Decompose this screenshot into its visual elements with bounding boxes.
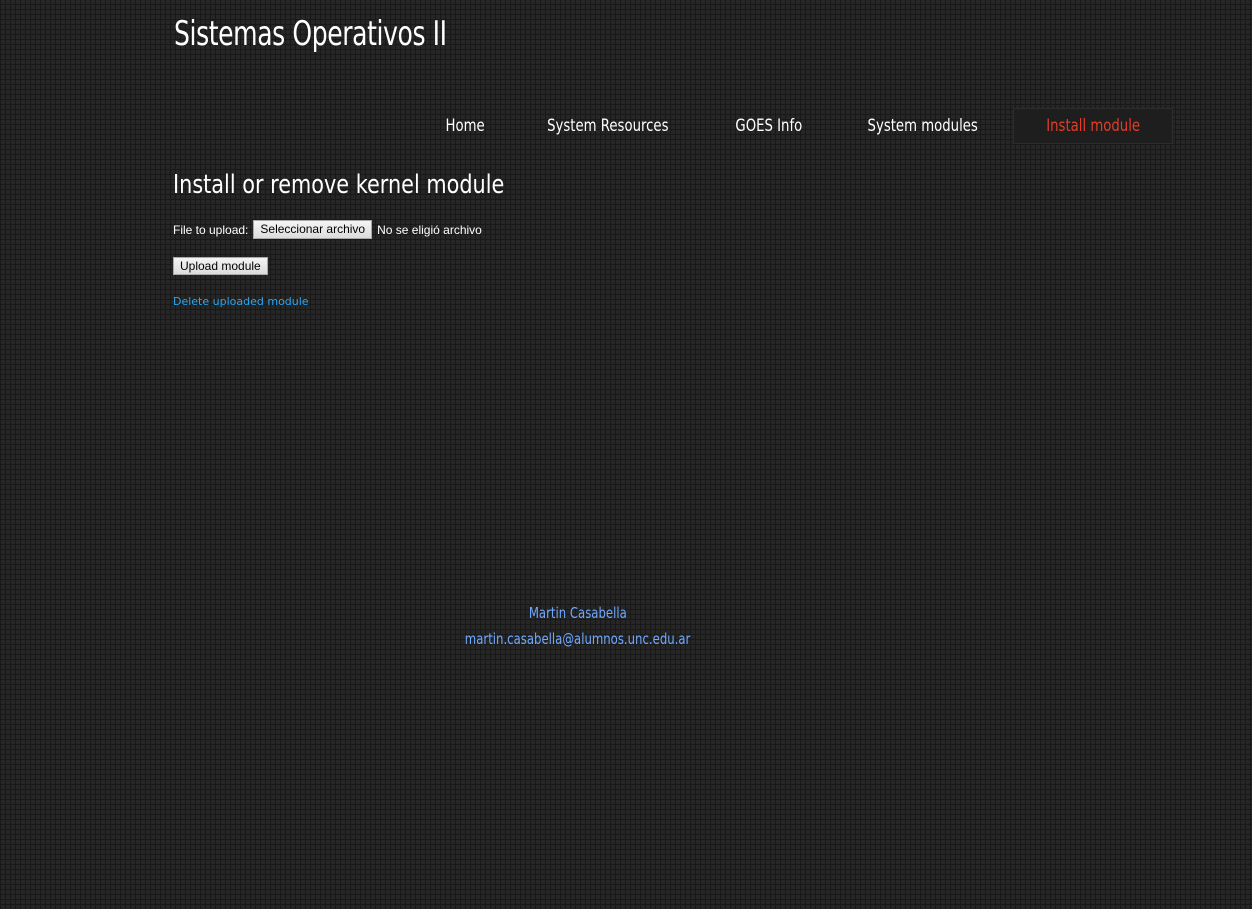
- nav-item-system-resources[interactable]: System Resources: [510, 108, 706, 144]
- site-title: Sistemas Operativos II: [174, 14, 447, 54]
- nav-item-goes-info-label: GOES Info: [735, 116, 803, 136]
- nav-item-system-resources-label: System Resources: [547, 116, 669, 136]
- nav-item-install-module-label: Install module: [1046, 116, 1140, 136]
- upload-module-button[interactable]: Upload module: [173, 257, 268, 275]
- footer-email-line: martin.casabella@alumnos.unc.edu.ar: [0, 626, 1156, 652]
- nav-item-home-label: Home: [445, 116, 485, 136]
- footer-email-link[interactable]: martin.casabella@alumnos.unc.edu.ar: [465, 630, 691, 648]
- nav-item-install-module[interactable]: Install module: [1012, 108, 1174, 144]
- delete-uploaded-module-link[interactable]: Delete uploaded module: [173, 295, 309, 308]
- file-upload-label: File to upload:: [173, 222, 249, 237]
- footer-name: Martin Casabella: [529, 604, 627, 622]
- nav-item-goes-info[interactable]: GOES Info: [706, 108, 832, 144]
- nav-item-home[interactable]: Home: [420, 108, 510, 144]
- main-nav: Home System Resources GOES Info System m…: [420, 108, 1174, 144]
- footer-name-line: Martin Casabella: [0, 600, 1156, 626]
- nav-item-system-modules-label: System modules: [867, 116, 978, 136]
- file-status-text: No se eligió archivo: [377, 222, 482, 237]
- page-heading: Install or remove kernel module: [173, 170, 505, 200]
- upload-row: File to upload: Seleccionar archivo No s…: [173, 220, 482, 239]
- choose-file-button[interactable]: Seleccionar archivo: [253, 220, 373, 239]
- nav-item-system-modules[interactable]: System modules: [832, 108, 1013, 144]
- footer: Martin Casabella martin.casabella@alumno…: [0, 600, 1156, 652]
